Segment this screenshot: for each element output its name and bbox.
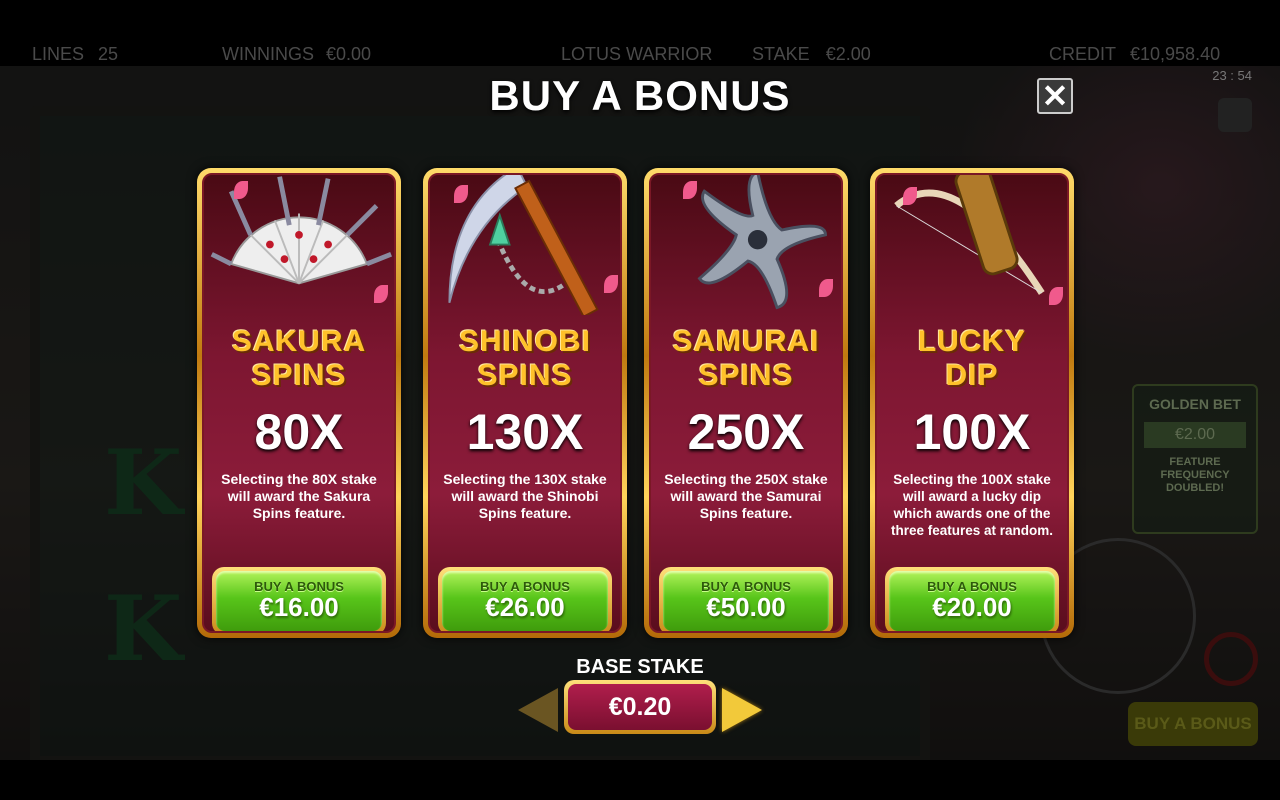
stake-value: €2.00 (825, 44, 871, 64)
bonus-name: LUCKY DIP (877, 325, 1067, 393)
credit-value: €10,958.40 (1130, 44, 1221, 64)
lines-info: LINES 25 (32, 44, 118, 65)
bonus-name-line1: SAMURAI (672, 325, 820, 358)
golden-bet-panel[interactable]: GOLDEN BET €2.00 FEATURE FREQUENCY DOUBL… (1132, 384, 1258, 534)
buy-button-frame: BUY A BONUS €16.00 (212, 567, 386, 631)
buy-price: €26.00 (485, 592, 565, 622)
golden-bet-title: GOLDEN BET (1149, 396, 1241, 412)
modal-title: BUY A BONUS (489, 72, 791, 119)
card-panel: SAMURAI SPINS 250X Selecting the 250X sta… (649, 173, 843, 633)
bonus-name: SAKURA SPINS (204, 325, 394, 393)
card-panel: LUCKY DIP 100X Selecting the 100X stake w… (875, 173, 1069, 633)
buy-label: BUY A BONUS (927, 579, 1017, 594)
buy-bonus-button-lucky-dip[interactable]: BUY A BONUS €20.00 (889, 571, 1055, 631)
credit-label: CREDIT (1049, 44, 1116, 64)
buy-button-frame: BUY A BONUS €26.00 (438, 567, 612, 631)
buy-button-frame: BUY A BONUS €20.00 (885, 567, 1059, 631)
bonus-card-samurai: SAMURAI SPINS 250X Selecting the 250X sta… (644, 168, 848, 638)
bonus-card-lucky-dip: LUCKY DIP 100X Selecting the 100X stake w… (870, 168, 1074, 638)
credit-info: CREDIT €10,958.40 (1049, 44, 1220, 65)
buy-price: €20.00 (932, 592, 1012, 622)
base-stake-frame: €0.20 (564, 680, 716, 734)
bottom-bar (0, 760, 1280, 800)
increase-stake-arrow-icon[interactable] (722, 688, 762, 732)
card-panel: SAKURA SPINS 80X Selecting the 80X stake … (202, 173, 396, 633)
winnings-label: WINNINGS (222, 44, 314, 64)
stake-label: STAKE (752, 44, 810, 64)
buy-label: BUY A BONUS (480, 579, 570, 594)
buy-price: €50.00 (706, 592, 786, 622)
buy-bonus-button-shinobi[interactable]: BUY A BONUS €26.00 (442, 571, 608, 631)
close-icon[interactable]: ✕ (1037, 78, 1073, 114)
bonus-name-line2: SPINS (477, 359, 573, 392)
buy-label: BUY A BONUS (254, 579, 344, 594)
bonus-name: SHINOBI SPINS (430, 325, 620, 393)
winnings-info: WINNINGS €0.00 (222, 44, 371, 65)
bonus-multiplier: 130X (466, 404, 584, 460)
buy-button-frame: BUY A BONUS €50.00 (659, 567, 833, 631)
stake-info: STAKE €2.00 (752, 44, 871, 65)
bonus-description: Selecting the 130X stake will award the … (443, 471, 607, 521)
bonus-multiplier: 100X (913, 404, 1031, 460)
bonus-name: SAMURAI SPINS (651, 325, 841, 393)
bonus-name-line1: SHINOBI (458, 325, 591, 358)
bonus-multiplier: 250X (687, 404, 805, 460)
golden-bet-value: €2.00 (1144, 422, 1246, 448)
buy-bonus-button-samurai[interactable]: BUY A BONUS €50.00 (663, 571, 829, 631)
background-buy-bonus-button[interactable]: BUY A BONUS (1128, 702, 1258, 746)
winnings-value: €0.00 (326, 44, 372, 64)
shuriken-icon (697, 175, 827, 310)
base-stake-value: €0.20 (568, 684, 712, 730)
golden-bet-note: FEATURE FREQUENCY DOUBLED! (1160, 456, 1230, 494)
bonus-name-line2: SPINS (251, 359, 347, 392)
buy-label: BUY A BONUS (701, 579, 791, 594)
bonus-description: Selecting the 100X stake will award a lu… (890, 472, 1054, 538)
buy-price: €16.00 (259, 592, 339, 622)
card-panel: SHINOBI SPINS 130X Selecting the 130X sta… (428, 173, 622, 633)
lines-value: 25 (98, 44, 119, 64)
bonus-name-line2: SPINS (698, 359, 794, 392)
decrease-stake-arrow-icon[interactable] (518, 688, 558, 732)
bonus-description: Selecting the 250X stake will award the … (664, 471, 828, 521)
bonus-card-shinobi: SHINOBI SPINS 130X Selecting the 130X sta… (423, 168, 627, 638)
bonus-name-line1: SAKURA (231, 325, 367, 358)
bonus-multiplier: 80X (254, 404, 344, 460)
game-name: LOTUS WARRIOR (561, 44, 713, 64)
bonus-name-line2: DIP (945, 359, 999, 392)
bonus-card-sakura: SAKURA SPINS 80X Selecting the 80X stake … (197, 168, 401, 638)
bonus-name-line1: LUCKY (917, 325, 1027, 358)
fan-icon (210, 176, 392, 285)
top-info-bar: LINES 25 WINNINGS €0.00 LOTUS WARRIOR STAK… (0, 0, 1280, 66)
lines-label: LINES (32, 44, 85, 64)
base-stake-label: BASE STAKE (576, 656, 704, 678)
buy-bonus-button-sakura[interactable]: BUY A BONUS €16.00 (216, 571, 382, 631)
bonus-description: Selecting the 80X stake will award the S… (221, 471, 377, 521)
